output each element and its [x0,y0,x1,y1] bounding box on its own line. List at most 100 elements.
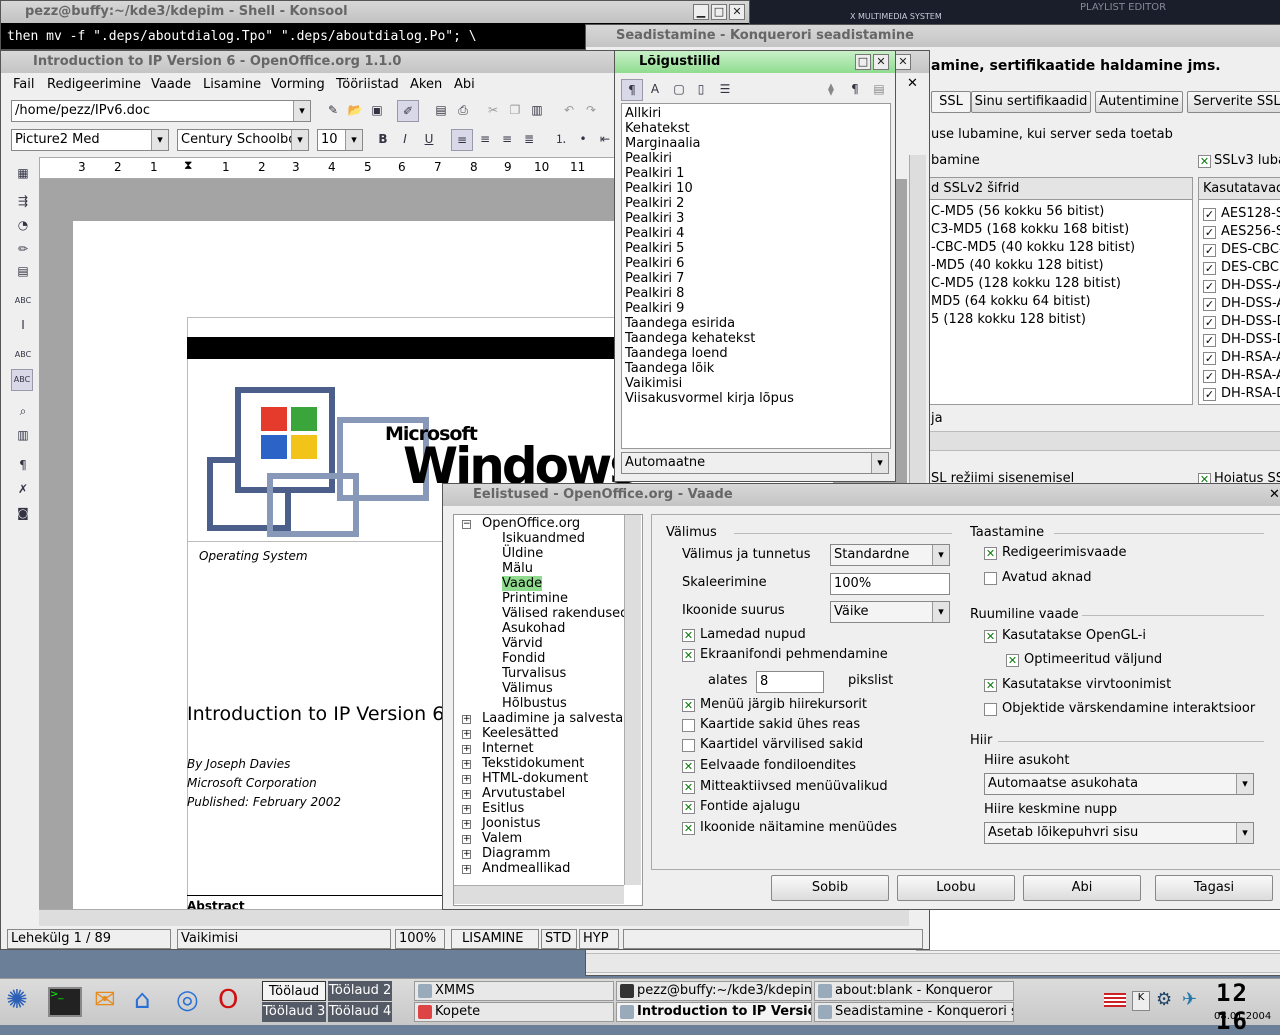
nonprinting-chars-icon[interactable]: ¶ [13,455,33,475]
draw-icon[interactable]: ✏ [13,239,33,259]
style-item[interactable]: Pealkiri 10 [625,181,693,196]
expand-icon[interactable]: + [462,745,471,754]
desktop-2[interactable]: Töölaud 2 [328,981,392,1001]
insert-object-icon[interactable]: ◔ [13,215,33,235]
tree-item[interactable]: Välimus [502,681,553,696]
horizontal-ruler[interactable]: 3 2 1 ⧗ 1 2 3 4 5 6 7 8 9 10 11 [39,157,625,179]
oo-close-button[interactable]: ✕ [895,54,911,70]
expand-icon[interactable]: + [462,850,471,859]
style-item[interactable]: Pealkiri 6 [625,256,684,271]
konqueror-settings-titlebar[interactable]: Seadistamine - Konquerori seadistamine [586,25,1280,47]
sslv3-cipher-checkbox[interactable]: ✓ [1203,316,1216,329]
font-name-combo[interactable]: Century Schoolbo [177,129,309,151]
menu-follows-checkbox[interactable]: ✕ [682,699,695,712]
pdf-icon[interactable]: ▤ [431,100,451,120]
online-spell-icon[interactable]: ABC [11,369,33,391]
optimized-output-checkbox[interactable]: ✕ [1006,654,1019,667]
style-item[interactable]: Pealkiri 7 [625,271,684,286]
font-preview-checkbox[interactable]: ✕ [682,760,695,773]
tree-item[interactable]: Fondid [502,651,545,666]
flat-buttons-checkbox[interactable]: ✕ [682,629,695,642]
sslv3-cipher-checkbox[interactable]: ✓ [1203,334,1216,347]
insert-fields-icon[interactable]: ⇶ [13,191,33,211]
middle-button-combo[interactable]: Asetab lõikepuhvri sisu [984,822,1254,844]
style-filter-combo[interactable]: Automaatne [621,452,889,474]
sslv3-checkbox[interactable]: ✕ [1198,155,1211,168]
tree-group[interactable]: Diagramm [482,846,550,861]
sslv3-cipher-checkbox[interactable]: ✓ [1203,352,1216,365]
style-item[interactable]: Pealkiri 1 [625,166,684,181]
menu-format[interactable]: Vorming [271,75,325,95]
task-kopete[interactable]: Kopete [414,1002,614,1022]
tree-item[interactable]: Üldine [502,546,543,561]
menu-file[interactable]: Fail [13,75,34,95]
from-spinbox[interactable]: 8 [756,671,824,693]
antialias-checkbox[interactable]: ✕ [682,649,695,662]
insert-table-icon[interactable]: ▦ [13,163,33,183]
tree-item-selected[interactable]: Vaade [502,576,543,591]
spellcheck-icon[interactable]: ABC [13,345,33,365]
style-item[interactable]: Vaikimisi [625,376,682,391]
find-icon[interactable]: ⌕ [13,401,33,421]
konqueror-launcher-icon[interactable]: ✉ [94,985,116,1015]
network-launcher-icon[interactable]: ◎ [176,985,199,1015]
sslv3-cipher-checkbox[interactable]: ✓ [1203,244,1216,257]
align-right-icon[interactable]: ≡ [497,129,517,149]
style-item[interactable]: Pealkiri 4 [625,226,684,241]
indent-icon[interactable]: ⇤ [595,129,615,149]
update-style-icon[interactable]: ▤ [869,79,889,99]
styles-side-close-icon[interactable]: ✕ [907,76,918,91]
options-close-icon[interactable]: ✕ [1269,487,1280,502]
tree-vscrollbar[interactable] [624,515,641,885]
tab-server-ssl[interactable]: Serverite SSL [1187,91,1280,113]
dithering-checkbox[interactable]: ✕ [984,679,997,692]
menu-icons-checkbox[interactable]: ✕ [682,822,695,835]
sslv2-row[interactable]: C3-MD5 (168 kokku 168 bitist) [931,222,1129,237]
desktop-3[interactable]: Töölaud 3 [262,1002,326,1022]
inactive-menu-checkbox[interactable]: ✕ [682,781,695,794]
autospell-icon[interactable]: ABC [13,291,33,311]
sslv3-cipher-checkbox[interactable]: ✓ [1203,280,1216,293]
style-item[interactable]: Taandega kehatekst [625,331,755,346]
sslv2-row[interactable]: C-MD5 (56 kokku 56 bitist) [931,204,1104,219]
help-button[interactable]: Abi [1023,875,1141,901]
sslv2-row[interactable]: MD5 (64 kokku 64 bitist) [931,294,1091,309]
expand-icon[interactable]: + [462,715,471,724]
menu-window[interactable]: Aken [410,75,442,95]
bold-icon[interactable]: B [373,129,393,149]
ruler-indent-marker[interactable]: ⧗ [184,158,192,173]
bluetooth-tray-icon[interactable]: ✈ [1182,989,1197,1010]
font-history-checkbox[interactable]: ✕ [682,801,695,814]
expand-icon[interactable]: + [462,775,471,784]
task-konsole[interactable]: pezz@buffy:~/kde3/kdepim [616,981,812,1001]
sslv2-row[interactable]: -MD5 (40 kokku 128 bitist) [931,258,1104,273]
save-icon[interactable]: ▣ [367,100,387,120]
paragraph-style-combo[interactable]: Picture2 Med [11,129,169,151]
open-folder-icon[interactable]: 📂 [345,100,365,120]
desktop-4[interactable]: Töölaud 4 [328,1002,392,1022]
align-center-icon[interactable]: ≡ [475,129,495,149]
tree-item[interactable]: Välised rakendused [502,606,628,621]
menu-view[interactable]: Vaade [151,75,191,95]
copy-icon[interactable]: ❐ [505,100,525,120]
horizontal-scrollbar[interactable] [39,909,909,926]
sslv2-row[interactable]: -CBC-MD5 (40 kokku 128 bitist) [931,240,1135,255]
sslv3-cipher-checkbox[interactable]: ✓ [1203,208,1216,221]
tree-item[interactable]: Asukohad [502,621,565,636]
character-styles-icon[interactable]: A [645,79,665,99]
paste-icon[interactable]: ▥ [527,100,547,120]
italic-icon[interactable]: I [395,129,415,149]
style-item[interactable]: Pealkiri 5 [625,241,684,256]
styles-maximize-button[interactable]: □ [855,54,871,70]
tree-group[interactable]: Laadimine ja salvestam [482,711,636,726]
tab-own-certs[interactable]: Sinu sertifikaadid [971,91,1091,113]
tree-item[interactable]: Värvid [502,636,543,651]
tree-hscrollbar[interactable] [454,885,624,904]
style-item[interactable]: Pealkiri 9 [625,301,684,316]
sslv2-row[interactable]: C-MD5 (128 kokku 128 bitist) [931,276,1121,291]
styles-titlebar[interactable]: Lõigustiilid [615,51,895,73]
minimize-button[interactable]: ▁ [693,4,709,20]
style-item[interactable]: Taandega esirida [625,316,735,331]
tree-item[interactable]: Mälu [502,561,533,576]
style-item[interactable]: Pealkiri 8 [625,286,684,301]
